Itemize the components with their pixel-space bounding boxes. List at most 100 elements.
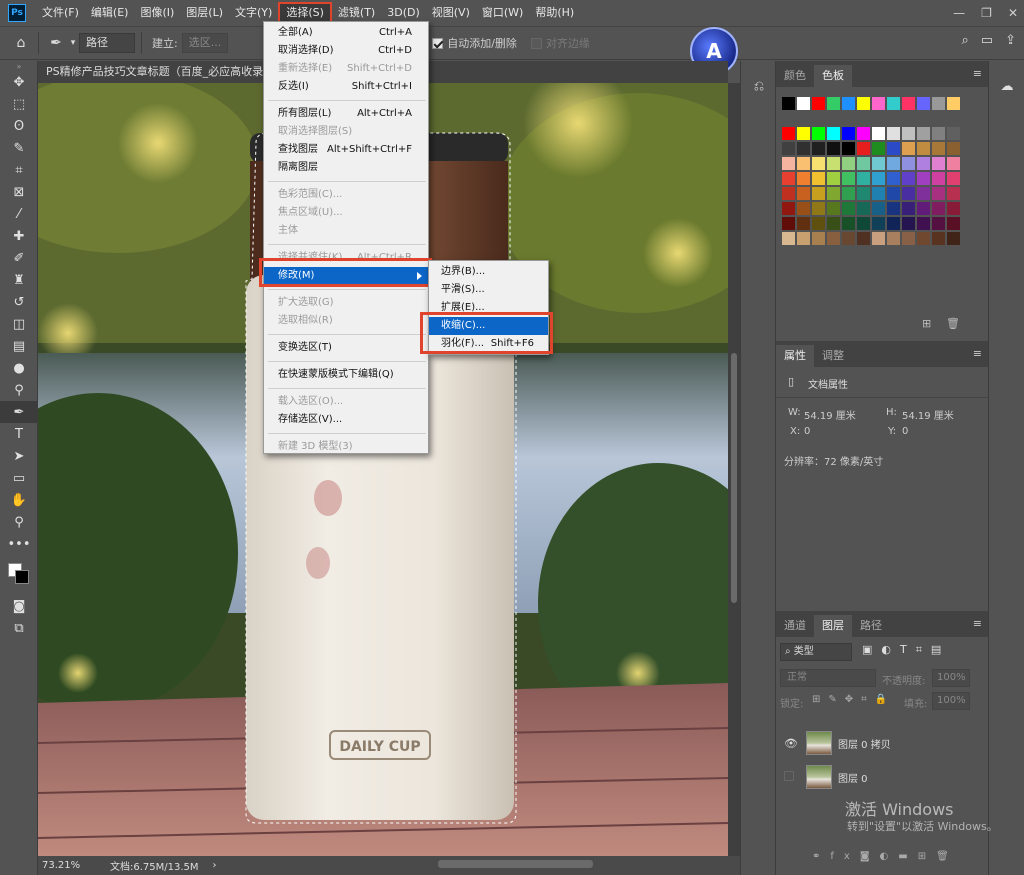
menu-view[interactable]: 视图(V) [426, 2, 476, 24]
swatch[interactable] [857, 172, 870, 185]
opacity-input[interactable]: 100% [932, 669, 970, 687]
swatch[interactable] [887, 217, 900, 230]
lasso-tool-icon[interactable]: ʘ [0, 115, 38, 137]
swatch[interactable] [827, 232, 840, 245]
tab-swatches[interactable]: 色板 [814, 65, 852, 87]
swatch[interactable] [857, 187, 870, 200]
select-menu-item[interactable]: 在快速蒙版模式下编辑(Q) [264, 366, 428, 384]
swatch[interactable] [887, 232, 900, 245]
swatch[interactable] [812, 217, 825, 230]
swatch[interactable] [947, 127, 960, 140]
link-icon[interactable]: ⚭ [812, 851, 830, 862]
creative-cloud-icon[interactable]: ☁ [989, 75, 1024, 97]
restore-icon[interactable]: ❐ [981, 6, 992, 20]
swatch[interactable] [947, 202, 960, 215]
swatch[interactable] [782, 232, 795, 245]
swatch[interactable] [857, 142, 870, 155]
tab-paths[interactable]: 路径 [852, 615, 890, 637]
swatch[interactable] [812, 142, 825, 155]
swatch[interactable] [917, 157, 930, 170]
swatch[interactable] [842, 232, 855, 245]
minimize-icon[interactable]: — [953, 6, 965, 20]
swatch[interactable] [782, 97, 795, 110]
swatch[interactable] [782, 157, 795, 170]
layer-row[interactable]: 图层 0 [776, 761, 988, 793]
menu-image[interactable]: 图像(I) [134, 2, 180, 24]
tab-layers[interactable]: 图层 [814, 615, 852, 637]
menu-help[interactable]: 帮助(H) [529, 2, 580, 24]
select-menu-item[interactable]: 隔离图层 [264, 159, 428, 177]
swatch[interactable] [797, 217, 810, 230]
swatch[interactable] [812, 172, 825, 185]
screen-mode-icon[interactable]: ⧉ [0, 617, 38, 639]
swatch[interactable] [842, 127, 855, 140]
color-swatches[interactable] [0, 555, 37, 595]
swatch[interactable] [917, 127, 930, 140]
swatch[interactable] [932, 202, 945, 215]
swatch[interactable] [842, 157, 855, 170]
select-menu-item[interactable]: 所有图层(L) Alt+Ctrl+A [264, 105, 428, 123]
crop-tool-icon[interactable]: ⌗ [0, 159, 38, 181]
chevron-right-icon[interactable]: › [213, 860, 217, 871]
swatch[interactable] [932, 187, 945, 200]
swatch[interactable] [812, 97, 825, 110]
fx-icon[interactable]: fx [830, 851, 859, 862]
swatch[interactable] [932, 97, 945, 110]
swatch[interactable] [812, 202, 825, 215]
swatch[interactable] [947, 187, 960, 200]
swatch[interactable] [827, 217, 840, 230]
swatch[interactable] [827, 97, 840, 110]
eyedropper-icon[interactable]: ⁄ [0, 203, 38, 225]
swatch[interactable] [782, 127, 795, 140]
swatch[interactable] [887, 127, 900, 140]
panel-menu-icon[interactable]: ≡ [973, 347, 982, 360]
tab-color[interactable]: 颜色 [776, 65, 814, 87]
swatches-grid[interactable]: ⊞ 🗑 [776, 87, 988, 333]
select-menu-item[interactable]: 反选(I) Shift+Ctrl+I [264, 78, 428, 96]
swatch[interactable] [827, 202, 840, 215]
swatch[interactable] [812, 157, 825, 170]
swatch[interactable] [887, 157, 900, 170]
swatch[interactable] [932, 217, 945, 230]
filter-kind-select[interactable]: ⌕ 类型 [780, 643, 852, 661]
swatch[interactable] [902, 127, 915, 140]
swatch[interactable] [887, 97, 900, 110]
swatch[interactable] [917, 142, 930, 155]
select-menu-item[interactable]: 变换选区(T) [264, 339, 428, 357]
swatch[interactable] [782, 202, 795, 215]
swatch[interactable] [917, 232, 930, 245]
swatch[interactable] [797, 142, 810, 155]
background-color[interactable] [15, 570, 29, 584]
swatch[interactable] [902, 97, 915, 110]
hand-tool-icon[interactable]: ✋ [0, 489, 38, 511]
panel-footer-new-icon[interactable]: ⊞ [922, 317, 931, 330]
swatch[interactable] [857, 127, 870, 140]
swatch[interactable] [902, 232, 915, 245]
select-menu-item[interactable]: 查找图层 Alt+Shift+Ctrl+F [264, 141, 428, 159]
swatch[interactable] [842, 97, 855, 110]
swatch[interactable] [782, 187, 795, 200]
close-icon[interactable]: ✕ [1008, 6, 1018, 20]
eye-icon[interactable]: 👁 [784, 737, 798, 750]
swatch[interactable] [797, 97, 810, 110]
quick-select-icon[interactable]: ✎ [0, 137, 38, 159]
swatch[interactable] [917, 187, 930, 200]
swatch[interactable] [797, 202, 810, 215]
rectangle-tool-icon[interactable]: ▭ [0, 467, 38, 489]
swatch[interactable] [872, 157, 885, 170]
swatch[interactable] [872, 202, 885, 215]
home-icon[interactable]: ⌂ [10, 32, 32, 54]
swatch[interactable] [902, 187, 915, 200]
panel-menu-icon[interactable]: ≡ [973, 67, 982, 80]
pen-tool-icon[interactable]: ✒ [0, 401, 38, 423]
menu-file[interactable]: 文件(F) [36, 2, 85, 24]
swatch[interactable] [887, 202, 900, 215]
swatch[interactable] [872, 172, 885, 185]
zoom-tool-icon[interactable]: ⚲ [0, 511, 38, 533]
path-mode-select[interactable]: 路径 [79, 33, 135, 53]
swatch[interactable] [932, 232, 945, 245]
scroll-thumb[interactable] [731, 353, 737, 603]
swatch[interactable] [947, 157, 960, 170]
swatch[interactable] [827, 187, 840, 200]
swatch[interactable] [797, 127, 810, 140]
